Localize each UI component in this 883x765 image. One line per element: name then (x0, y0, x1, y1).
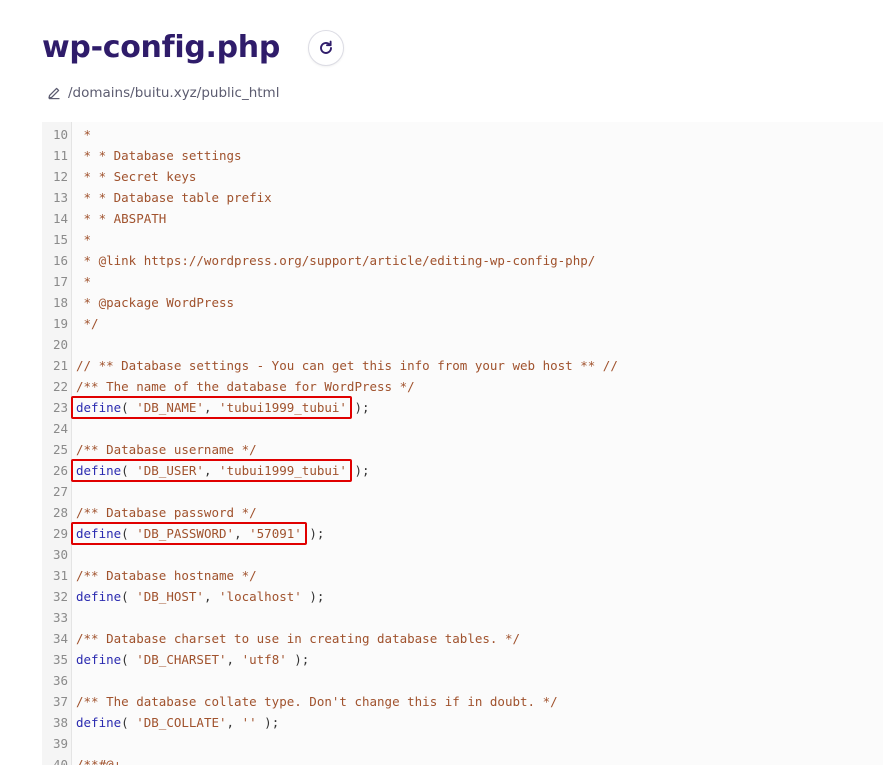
line-number: 17 (52, 274, 68, 289)
line-number: 38 (52, 715, 68, 730)
line-number: 31 (52, 568, 68, 583)
code-text: * (76, 274, 92, 289)
line-number: 10 (52, 127, 68, 142)
code-text: * * ABSPATH (76, 211, 167, 226)
line-number: 11 (52, 148, 68, 163)
line-number: 21 (52, 358, 68, 373)
line-number: 20 (52, 337, 68, 352)
file-path: /domains/buitu.xyz/public_html (68, 85, 280, 101)
code-text: define( 'DB_COLLATE', '' ); (76, 715, 280, 730)
code-text: /** The name of the database for WordPre… (76, 379, 415, 394)
code-text: * * Secret keys (76, 169, 197, 184)
line-number: 18 (52, 295, 68, 310)
line-number: 23 (52, 400, 68, 415)
refresh-icon (320, 40, 332, 54)
code-text: * * Database settings (76, 148, 242, 163)
line-number: 37 (52, 694, 68, 709)
code-text: define( 'DB_USER', 'tubui1999_tubui' ); (76, 463, 370, 478)
line-number: 12 (52, 169, 68, 184)
code-text: define( 'DB_CHARSET', 'utf8' ); (76, 652, 310, 667)
code-text: /** Database password */ (76, 505, 257, 520)
line-number: 36 (52, 673, 68, 688)
refresh-button[interactable] (308, 30, 345, 66)
code-text: /** Database charset to use in creating … (76, 631, 521, 646)
line-number: 34 (52, 631, 68, 646)
line-number: 14 (52, 211, 68, 226)
line-number: 29 (52, 526, 68, 541)
line-number: 13 (52, 190, 68, 205)
page-title: wp-config.php (42, 30, 281, 65)
code-text: /** Database username */ (76, 442, 257, 457)
line-number: 28 (52, 505, 68, 520)
code-editor[interactable]: 10 * 11 * * Database settings 12 * * Secre… (42, 122, 883, 765)
line-number: 15 (52, 232, 68, 247)
code-text: /**#@+ (76, 757, 122, 765)
code-text: */ (76, 316, 99, 331)
line-number: 24 (52, 421, 68, 436)
line-number: 40 (52, 757, 68, 765)
line-number: 25 (52, 442, 68, 457)
line-number: 30 (52, 547, 68, 562)
code-text: define( 'DB_HOST', 'localhost' ); (76, 589, 325, 604)
page-header: wp-config.php (42, 28, 345, 68)
code-text: * * Database table prefix (76, 190, 272, 205)
line-number: 35 (52, 652, 68, 667)
code-text: /** Database hostname */ (76, 568, 257, 583)
line-number: 27 (52, 484, 68, 499)
line-number: 39 (52, 736, 68, 751)
code-text: define( 'DB_NAME', 'tubui1999_tubui' ); (76, 400, 370, 415)
line-number: 26 (52, 463, 68, 478)
code-text: * @package WordPress (76, 295, 235, 310)
line-number: 32 (52, 589, 68, 604)
code-text: * (76, 232, 92, 247)
pencil-icon[interactable] (47, 86, 61, 100)
line-number: 22 (52, 379, 68, 394)
line-number: 16 (52, 253, 68, 268)
line-number: 19 (52, 316, 68, 331)
code-text: * @link https://wordpress.org/support/ar… (76, 253, 596, 268)
code-text: define( 'DB_PASSWORD', '57091' ); (76, 526, 325, 541)
code-text: * (76, 127, 92, 142)
code-text: // ** Database settings - You can get th… (76, 358, 618, 373)
line-number: 33 (52, 610, 68, 625)
file-path-row[interactable]: /domains/buitu.xyz/public_html (47, 85, 279, 101)
code-text: /** The database collate type. Don't cha… (76, 694, 558, 709)
